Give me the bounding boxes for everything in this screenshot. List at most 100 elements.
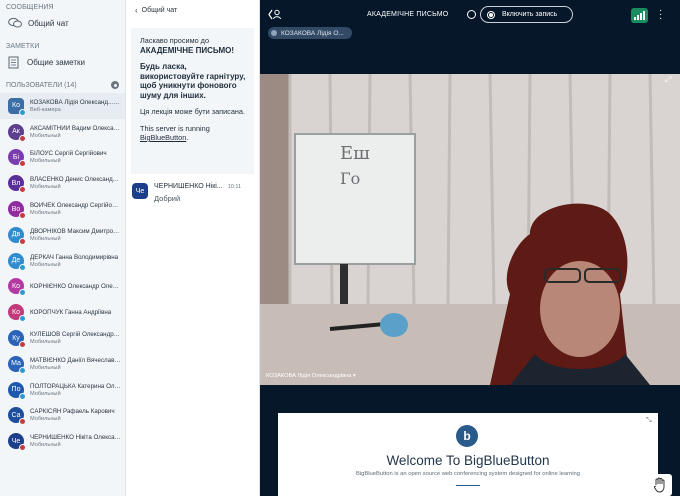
message-time: 10:11 [227, 184, 242, 190]
status-badge [19, 160, 26, 168]
main-area: АКАДЕМІЧНЕ ПИСЬМО Включить запись · · · КО… [260, 0, 680, 496]
slide-title: Welcome To BigBlueButton [386, 453, 550, 468]
more-options-icon[interactable]: · · · [659, 6, 662, 24]
welcome-line: щоб уникнути фонового [140, 81, 237, 90]
avatar: Во [8, 201, 26, 220]
shared-notes-item[interactable]: Общие заметки [0, 52, 125, 72]
avatar: Ма [8, 355, 26, 374]
slide-divider [456, 485, 480, 486]
status-badge [19, 237, 26, 245]
status-badge [19, 289, 26, 297]
avatar: Ко [8, 304, 26, 323]
messages-header: СООБЩЕНИЯ [6, 4, 54, 11]
user-list-item[interactable]: Ак АКСАМІТНИЙ Вадим Олександ... Мобильный [0, 119, 125, 145]
talking-indicator: КОЗАКОВА Лідія О... [268, 27, 352, 39]
user-device: Мобильный [30, 184, 61, 191]
user-list-item[interactable]: Бі БІЛОУС Сергій Сергійович Мобильный [0, 145, 125, 171]
user-name: КОРОПЧУК Ганна Андріївна [30, 308, 112, 316]
webcam-video[interactable]: Еш Го [260, 74, 680, 385]
user-list-item[interactable]: Са САРКІСЯН Рафаель Карович Мобильный [0, 403, 125, 429]
user-list-item[interactable]: Во ВОЙЧЕК Олександр Сергійович Мобильный [0, 196, 125, 222]
meeting-title: АКАДЕМІЧНЕ ПИСЬМО [367, 11, 449, 18]
connection-status-icon[interactable] [631, 8, 648, 23]
fullscreen-icon[interactable]: ⤢ [665, 76, 673, 84]
avatar: По [8, 381, 26, 400]
status-badge [19, 392, 26, 400]
status-badge [19, 108, 26, 116]
user-list-item[interactable]: Че ЧЕРНИШЕНКО Нікіта Олександ... Мобильный [0, 428, 125, 454]
user-name: МАТВІЄНКО Даніїл Вячеславов... [30, 356, 121, 364]
user-device: Мобильный [30, 158, 61, 165]
user-name: ДЕРКАЧ Ганна Володимирівна [30, 253, 119, 261]
user-device: Мобильный [30, 261, 61, 268]
user-device: Мобильный [30, 210, 61, 217]
public-chat-item[interactable]: Общий чат [0, 13, 125, 33]
user-name: ВОЙЧЕК Олександр Сергійович [30, 202, 121, 210]
user-name: ВЛАСЕНКО Денис Олександро... [30, 176, 121, 184]
chevron-left-icon: ‹ [135, 5, 138, 15]
welcome-line: шуму для інших. [140, 90, 206, 100]
welcome-line: використовуйте гарнітуру, [140, 71, 246, 81]
record-label: Включить запись [502, 11, 558, 18]
message-text: Добрий [154, 194, 181, 203]
welcome-line: This server is running [140, 123, 210, 133]
user-name: ПОЛТОРАЦЬКА Катерина Олекс... [30, 382, 121, 390]
bigbluebutton-link[interactable]: BigBlueButton [140, 133, 186, 142]
status-badge [19, 444, 26, 452]
user-device: Мобильный [30, 416, 61, 423]
raise-hand-icon[interactable] [648, 474, 672, 496]
user-list: Ко КОЗАКОВА Лідія Олександ... (Вы) Веб-кам… [0, 93, 125, 454]
welcome-line: BigBlueButton. [140, 133, 246, 143]
users-panel: СООБЩЕНИЯ Общий чат ЗАМЕТКИ Общие заметк… [0, 0, 126, 496]
users-header-label: ПОЛЬЗОВАТЕЛИ (14) [6, 81, 77, 89]
avatar: Ко [8, 97, 26, 116]
notes-header: ЗАМЕТКИ [6, 43, 40, 50]
chat-back-button[interactable]: ‹ Общий чат [126, 0, 259, 20]
users-header: ПОЛЬЗОВАТЕЛИ (14) [0, 77, 125, 93]
notes-icon [8, 56, 19, 68]
microphone-icon [271, 30, 277, 36]
user-list-item[interactable]: Ко КОРОПЧУК Ганна Андріївна [0, 299, 125, 325]
user-name: АКСАМІТНИЙ Вадим Олександ... [30, 124, 121, 132]
avatar: Са [8, 407, 26, 426]
toggle-userlist-button[interactable] [268, 9, 282, 23]
avatar: Де [8, 252, 26, 271]
user-list-item[interactable]: Дв ДВОРНІКОВ Максим Дмитрович Мобильный [0, 222, 125, 248]
user-list-item[interactable]: По ПОЛТОРАЦЬКА Катерина Олекс... Мобильный [0, 377, 125, 403]
video-user-label[interactable]: КОЗАКОВА Лідія Олександрівна ▾ [266, 373, 356, 379]
avatar: Ак [8, 123, 26, 142]
svg-text:Го: Го [340, 169, 360, 188]
welcome-line: Ця лекція може бути записана. [140, 107, 245, 116]
user-list-item[interactable]: Вл ВЛАСЕНКО Денис Олександро... Мобильный [0, 170, 125, 196]
chat-bubbles-icon [8, 17, 22, 28]
user-list-item[interactable]: Ма МАТВІЄНКО Даніїл Вячеславов... Мобильны… [0, 351, 125, 377]
webcam-frame: Еш Го [260, 74, 680, 385]
user-device: Мобильный [30, 442, 61, 449]
welcome-line: Ласкаво просимо до [140, 36, 209, 45]
expand-presentation-icon[interactable]: ⤡ [646, 417, 652, 425]
user-list-item[interactable]: Ко КОРНІЄНКО Олександр Олегов... [0, 274, 125, 300]
status-badge [19, 134, 26, 142]
user-name: КОЗАКОВА Лідія Олександ... (Вы) [30, 98, 121, 106]
user-name: КОРНІЄНКО Олександр Олегов... [30, 282, 121, 290]
avatar: Бі [8, 149, 26, 168]
welcome-message: Ласкаво просимо до АКАДЕМІЧНЕ ПИСЬМО! Бу… [131, 28, 254, 174]
user-device: Веб-камера [30, 106, 61, 113]
user-list-item[interactable]: Ку КУЛЕШОВ Сергій Олександрович Мобильный [0, 325, 125, 351]
user-list-item[interactable]: Де ДЕРКАЧ Ганна Володимирівна Мобильный [0, 248, 125, 274]
avatar: Ко [8, 278, 26, 297]
chat-title: Общий чат [141, 6, 178, 14]
user-name: КУЛЕШОВ Сергій Олександрович [30, 331, 121, 339]
user-name: ЧЕРНИШЕНКО Нікіта Олександ... [30, 434, 121, 442]
status-badge [19, 418, 26, 426]
start-recording-button[interactable]: Включить запись [480, 6, 573, 23]
shared-notes-label: Общие заметки [27, 57, 85, 67]
avatar: Дв [8, 226, 26, 245]
presentation-slide: ⤡ b Welcome To BigBlueButton BigBlueButt… [278, 413, 658, 496]
gear-icon[interactable] [111, 81, 119, 89]
avatar: Че [8, 433, 26, 452]
user-device: Мобильный [30, 390, 61, 397]
avatar: Ку [8, 330, 26, 349]
user-list-item[interactable]: Ко КОЗАКОВА Лідія Олександ... (Вы) Веб-кам… [0, 93, 125, 119]
user-device: Мобильный [30, 339, 61, 346]
